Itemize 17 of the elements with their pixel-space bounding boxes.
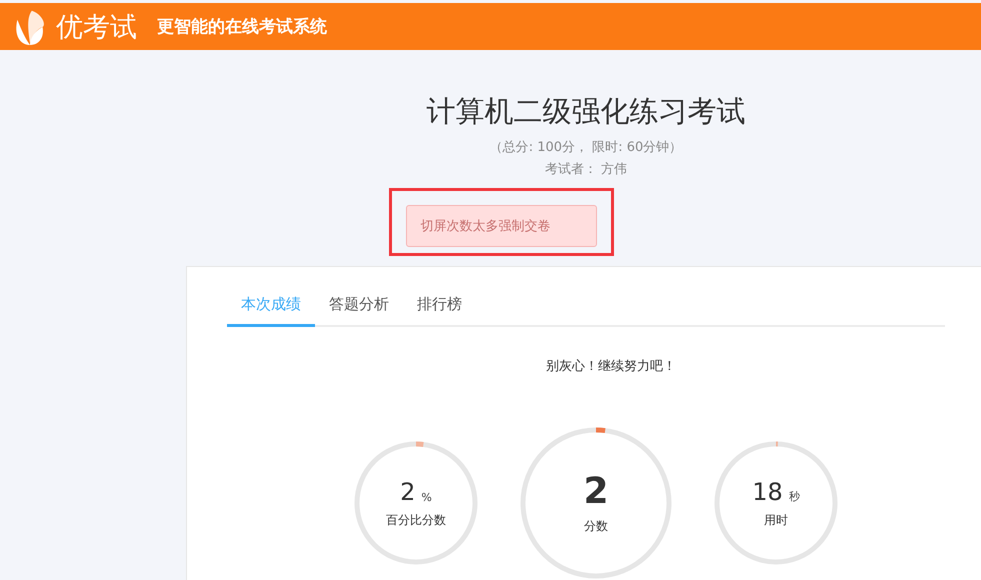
tab[interactable]: 排行榜 — [403, 287, 476, 327]
gauge-label: 用时 — [764, 512, 788, 528]
brand-name: 优考试 — [56, 10, 137, 44]
encouragement-text: 别灰心！继续努力吧！ — [545, 358, 677, 375]
gauge-value: 2 — [583, 471, 609, 512]
tab[interactable]: 答题分析 — [315, 287, 403, 327]
exam-title: 计算机二级强化练习考试 — [426, 93, 746, 130]
gauge-value: 18 — [752, 478, 783, 506]
gauge-unit: 秒 — [788, 488, 800, 504]
tagline: 更智能的在线考试系统 — [157, 16, 327, 38]
exam-info: （总分: 100分， 限时: 60分钟） — [490, 139, 682, 156]
gauge-value: 2 — [400, 478, 416, 506]
gauge-label: 分数 — [584, 518, 608, 535]
gauge-label: 百分比分数 — [386, 512, 446, 528]
alert-message: 切屏次数太多强制交卷 — [406, 205, 596, 247]
gauge-unit: % — [421, 490, 432, 504]
examinee-name: 考试者： 方伟 — [544, 161, 628, 178]
